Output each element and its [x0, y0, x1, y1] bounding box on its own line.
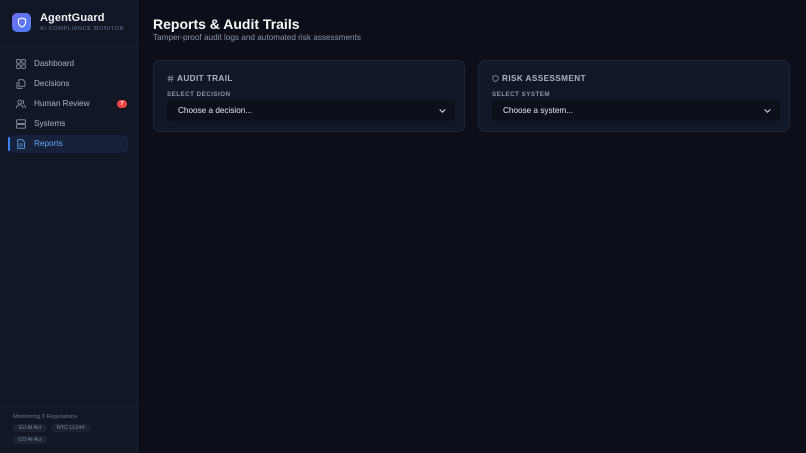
sidebar: AgentGuard AI COMPLIANCE MONITOR Dashboa… [0, 0, 138, 453]
regulation-tag: NYC LL144 [51, 424, 90, 432]
risk-assessment-card: RISK ASSESSMENT SELECT SYSTEM Choose a s… [478, 60, 790, 132]
system-select[interactable]: Choose a system... [492, 101, 780, 121]
review-count-badge: 7 [117, 100, 127, 108]
file-text-icon [17, 139, 25, 149]
server-icon [16, 119, 26, 129]
sidebar-footer: Monitoring 3 Regulations EU AI Act NYC L… [0, 406, 137, 453]
users-icon [16, 99, 26, 109]
chevron-down-icon [439, 109, 446, 113]
chevron-down-icon [764, 109, 771, 113]
card-header: RISK ASSESSMENT [492, 73, 586, 83]
sidebar-item-reports[interactable]: Reports [8, 135, 128, 153]
sidebar-item-label: Human Review [34, 99, 90, 108]
hash-icon [167, 74, 174, 82]
sidebar-item-label: Systems [34, 119, 66, 128]
sidebar-item-systems[interactable]: Systems [8, 115, 128, 133]
sidebar-item-label: Dashboard [34, 59, 75, 68]
sidebar-item-label: Decisions [34, 79, 70, 88]
logo-shield-icon [12, 13, 31, 32]
card-header: AUDIT TRAIL [167, 73, 233, 83]
card-title: AUDIT TRAIL [177, 73, 233, 83]
sidebar-item-human-review[interactable]: Human Review 7 [8, 95, 128, 113]
select-value: Choose a decision... [178, 106, 253, 115]
field-label: SELECT DECISION [167, 91, 231, 98]
shield-icon [492, 74, 499, 82]
audit-trail-card: AUDIT TRAIL SELECT DECISION Choose a dec… [153, 60, 465, 132]
select-value: Choose a system... [503, 106, 574, 115]
monitoring-text: Monitoring 3 Regulations [13, 414, 78, 420]
brand-subtitle: AI COMPLIANCE MONITOR [40, 26, 125, 32]
sidebar-item-label: Reports [34, 139, 63, 148]
sidebar-item-dashboard[interactable]: Dashboard [8, 55, 128, 73]
grid-icon [16, 59, 26, 69]
documents-icon [16, 79, 26, 89]
regulation-tag: EU AI Act [13, 424, 47, 432]
brand-name: AgentGuard [40, 12, 105, 24]
field-label: SELECT SYSTEM [492, 91, 551, 98]
sidebar-item-decisions[interactable]: Decisions [8, 75, 128, 93]
card-title: RISK ASSESSMENT [502, 73, 586, 83]
brand-header: AgentGuard AI COMPLIANCE MONITOR [0, 0, 137, 47]
decision-select[interactable]: Choose a decision... [167, 101, 455, 121]
page-subtitle: Tamper-proof audit logs and automated ri… [153, 33, 361, 42]
regulation-tag: CO AI Act [13, 436, 47, 444]
page-title: Reports & Audit Trails [153, 16, 300, 32]
